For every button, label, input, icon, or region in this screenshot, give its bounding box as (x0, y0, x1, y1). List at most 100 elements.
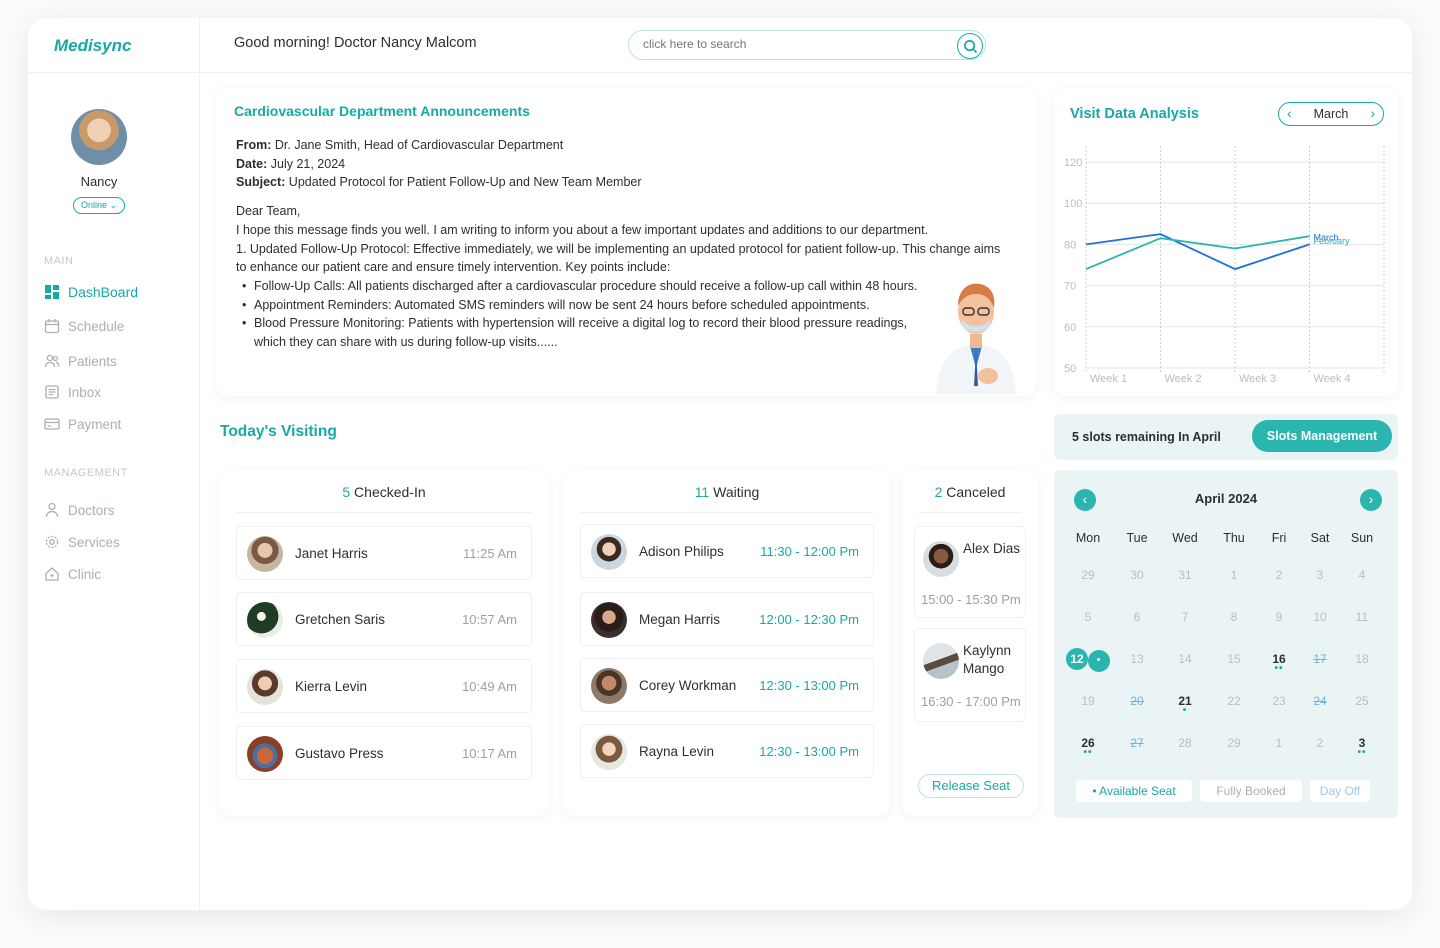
subject-value: Updated Protocol for Patient Follow-Up a… (288, 175, 642, 190)
calendar-day[interactable]: 28 (1161, 736, 1209, 750)
calendar-day[interactable]: 25 (1338, 694, 1386, 708)
line-chart: 12010080706050Week 1 Week 2 Week 3 Week 4Ma… (1064, 146, 1385, 385)
calendar-day[interactable]: 19 (1064, 694, 1112, 708)
sidebar-item-services[interactable]: Services (44, 534, 120, 550)
calendar-day[interactable]: 17 (1296, 652, 1344, 666)
slots-remaining-text: 5 slots remaining In April (1072, 430, 1221, 444)
legend-available[interactable]: • Available Seat (1076, 780, 1192, 802)
sidebar-item-label: Patients (68, 353, 117, 369)
slots-management-button[interactable]: Slots Management (1252, 420, 1392, 452)
calendar-day[interactable]: 29 (1210, 736, 1258, 750)
status-dropdown[interactable]: Online ⌄ (73, 197, 125, 214)
sidebar-item-label: DashBoard (68, 284, 139, 300)
calendar-next-button[interactable]: › (1360, 489, 1382, 511)
calendar-day[interactable]: 5 (1064, 610, 1112, 624)
calendar-day[interactable]: 31 (1161, 568, 1209, 582)
visit-chart-card: Visit Data Analysis ‹ March › 120 100 80 70… (1054, 88, 1398, 396)
card-icon (44, 418, 60, 430)
patient-row[interactable]: Kaylynn Mango 16:30 - 17:00 Pm (914, 628, 1026, 722)
legend-day-off[interactable]: Day Off (1310, 780, 1370, 802)
patient-name: Adison Philips (639, 544, 724, 559)
calendar-day[interactable]: 2 (1296, 736, 1344, 750)
calendar-icon (44, 319, 60, 334)
x-tick-label: Week 1 (1090, 373, 1127, 385)
legend-fully-booked[interactable]: Fully Booked (1200, 780, 1302, 802)
calendar-day[interactable]: 1 (1210, 568, 1258, 582)
patient-avatar (247, 669, 283, 705)
sidebar-item-patients[interactable]: Patients (44, 353, 117, 369)
calendar-day[interactable]: 13 (1113, 652, 1161, 666)
calendar-day[interactable]: 3 •• (1338, 736, 1386, 758)
sidebar-item-inbox[interactable]: Inbox (44, 384, 101, 400)
visit-time: 10:17 Am (462, 746, 517, 761)
patient-row[interactable]: Megan Harris 12:00 - 12:30 Pm (580, 592, 874, 646)
patient-avatar (591, 734, 627, 770)
patient-avatar (247, 602, 283, 638)
weekday-label: Thu (1223, 531, 1245, 545)
patient-avatar (247, 736, 283, 772)
y-tick-label: 80 (1064, 239, 1076, 251)
patient-name: Kierra Levin (295, 679, 368, 694)
search-input[interactable] (643, 37, 943, 51)
weekday-label: Sun (1350, 531, 1374, 545)
calendar-day[interactable]: 4 (1338, 568, 1386, 582)
availability-dot: •• (1083, 747, 1093, 758)
availability-dot: • (1088, 650, 1110, 672)
salutation: Dear Team, (236, 204, 301, 219)
bullet-item: Appointment Reminders: Automated SMS rem… (236, 296, 926, 315)
calendar-day[interactable]: 26 •• (1064, 736, 1112, 758)
calendar-day[interactable]: 14 (1161, 652, 1209, 666)
calendar-day[interactable]: 18 (1338, 652, 1386, 666)
calendar: ‹ April 2024 › Mon Tue Wed Thu Fri Sat Sun 29 30… (1054, 470, 1398, 818)
release-seat-button[interactable]: Release Seat (918, 774, 1024, 798)
calendar-day[interactable]: 29 (1064, 568, 1112, 582)
patient-row[interactable]: Gustavo Press 10:17 Am (236, 726, 532, 780)
canceled-card: 2 Canceled Alex Dias 15:00 - 15:30 Pm Ka… (902, 470, 1038, 816)
calendar-day[interactable]: 6 (1113, 610, 1161, 624)
y-tick-label: 120 (1064, 157, 1082, 169)
patient-row[interactable]: Corey Workman 12:30 - 13:00 Pm (580, 658, 874, 712)
patient-row[interactable]: Adison Philips 11:30 - 12:00 Pm (580, 524, 874, 578)
calendar-day[interactable]: 3 (1296, 568, 1344, 582)
sidebar-item-payment[interactable]: Payment (44, 416, 121, 432)
y-tick-label: 100 (1064, 198, 1082, 210)
divider (236, 512, 532, 513)
divider (28, 72, 200, 73)
home-icon (45, 567, 59, 581)
patient-row[interactable]: Alex Dias 15:00 - 15:30 Pm (914, 526, 1026, 618)
patient-avatar (591, 602, 627, 638)
doctor-illustration (936, 283, 1016, 394)
app-logo: Medisync (54, 36, 132, 55)
calendar-day[interactable]: 10 (1296, 610, 1344, 624)
calendar-day[interactable]: 8 (1210, 610, 1258, 624)
search-bar (628, 30, 986, 60)
calendar-day[interactable]: 20 (1113, 694, 1161, 708)
calendar-day[interactable]: 15 (1210, 652, 1258, 666)
sidebar-item-schedule[interactable]: Schedule (44, 318, 124, 334)
calendar-day[interactable]: 22 (1210, 694, 1258, 708)
weekday-label: Tue (1126, 531, 1148, 545)
sidebar-item-clinic[interactable]: Clinic (44, 566, 101, 582)
patient-avatar (923, 643, 959, 679)
calendar-day[interactable]: 12 • (1064, 648, 1112, 672)
patient-name: Rayna Levin (639, 744, 715, 759)
calendar-day[interactable]: 30 (1113, 568, 1161, 582)
patient-row[interactable]: Rayna Levin 12:30 - 13:00 Pm (580, 724, 874, 778)
patient-row[interactable]: Gretchen Saris 10:57 Am (236, 592, 532, 646)
patient-row[interactable]: Kierra Levin 10:49 Am (236, 659, 532, 713)
search-button[interactable] (957, 33, 983, 59)
sidebar-item-doctors[interactable]: Doctors (44, 502, 115, 518)
sidebar-item-dashboard[interactable]: DashBoard (44, 284, 138, 300)
series-line (1085, 233, 1310, 271)
calendar-day[interactable]: 11 (1338, 610, 1386, 624)
patient-row[interactable]: Janet Harris 11:25 Am (236, 526, 532, 580)
from-value: Dr. Jane Smith, Head of Cardiovascular D… (274, 138, 564, 152)
patient-avatar (247, 536, 283, 572)
avatar[interactable] (71, 109, 127, 165)
calendar-day[interactable]: 21 • (1161, 694, 1209, 716)
calendar-day[interactable]: 7 (1161, 610, 1209, 624)
calendar-day[interactable]: 27 (1113, 736, 1161, 750)
waiting-header: 11 Waiting (694, 484, 760, 500)
calendar-day[interactable]: 24 (1296, 694, 1344, 708)
visit-time: 12:30 - 13:00 Pm (759, 678, 859, 693)
